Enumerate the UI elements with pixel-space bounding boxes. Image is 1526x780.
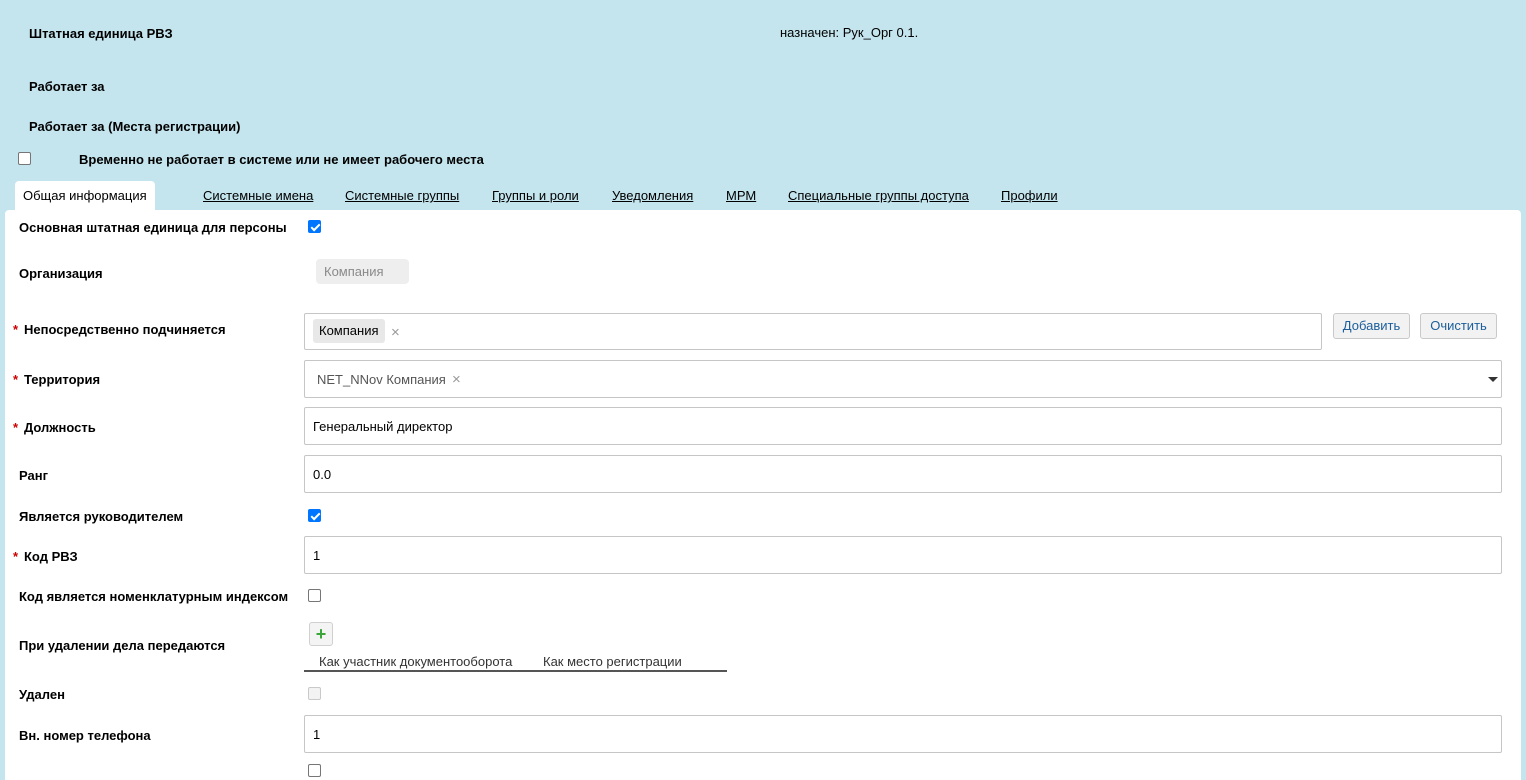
- territory-label: Территория: [24, 372, 101, 387]
- is-manager-label: Является руководителем: [19, 509, 184, 524]
- subtab-underline: [304, 670, 727, 672]
- general-info-panel: [5, 210, 1521, 780]
- code-input[interactable]: 1: [304, 536, 1502, 574]
- temp-not-working-checkbox[interactable]: [18, 152, 31, 165]
- code-index-checkbox[interactable]: [308, 589, 321, 602]
- code-label: Код РВЗ: [24, 549, 78, 564]
- add-plus-icon[interactable]: +: [309, 622, 333, 646]
- territory-tag: NET_NNov Компания: [317, 372, 446, 387]
- tab-notifications[interactable]: Уведомления: [612, 188, 693, 203]
- position-label: Должность: [24, 420, 96, 435]
- staff-unit-label: Штатная единица РВЗ: [29, 26, 173, 41]
- deleted-checkbox: [308, 687, 321, 700]
- rank-label: Ранг: [19, 468, 48, 483]
- reports-to-tag: Компания: [313, 319, 385, 343]
- phone-label: Вн. номер телефона: [19, 728, 151, 743]
- phone-input[interactable]: 1: [304, 715, 1502, 753]
- reports-to-label: Непосредственно подчиняется: [24, 322, 226, 337]
- tab-system-names[interactable]: Системные имена: [203, 188, 313, 203]
- assigned-text: назначен: Рук_Орг 0.1.: [780, 25, 919, 40]
- tab-mrm[interactable]: МРМ: [726, 188, 756, 203]
- main-unit-checkbox[interactable]: [308, 220, 321, 233]
- remove-territory-icon[interactable]: ×: [452, 372, 461, 387]
- tab-special-access-groups[interactable]: Специальные группы доступа: [788, 188, 969, 203]
- required-mark: *: [13, 322, 19, 337]
- tab-system-groups[interactable]: Системные группы: [345, 188, 459, 203]
- tab-groups-roles[interactable]: Группы и роли: [492, 188, 579, 203]
- subtab-registration[interactable]: Как место регистрации: [543, 654, 682, 669]
- required-mark: *: [13, 420, 19, 435]
- tab-general-info[interactable]: Общая информация: [15, 181, 155, 210]
- works-for-registration-label: Работает за (Места регистрации): [29, 119, 241, 134]
- tab-bar: Общая информация Системные имена Системн…: [0, 178, 1526, 210]
- territory-select[interactable]: [304, 360, 1502, 398]
- clear-button[interactable]: Очистить: [1420, 313, 1497, 339]
- is-manager-checkbox[interactable]: [308, 509, 321, 522]
- organization-label: Организация: [19, 266, 103, 281]
- deleted-label: Удален: [19, 687, 65, 702]
- chevron-down-icon[interactable]: [1488, 377, 1498, 382]
- add-button[interactable]: Добавить: [1333, 313, 1410, 339]
- remove-tag-icon[interactable]: ×: [391, 325, 400, 340]
- next-row-checkbox[interactable]: [308, 764, 321, 777]
- temp-not-working-label: Временно не работает в системе или не им…: [79, 152, 484, 167]
- organization-field: Компания: [316, 259, 409, 284]
- required-mark: *: [13, 549, 19, 564]
- on-delete-label: При удалении дела передаются: [19, 638, 226, 653]
- main-unit-label: Основная штатная единица для персоны: [19, 220, 287, 235]
- rank-input[interactable]: 0.0: [304, 455, 1502, 493]
- required-mark: *: [13, 372, 19, 387]
- position-input[interactable]: Генеральный директор: [304, 407, 1502, 445]
- reports-to-input[interactable]: [304, 313, 1322, 350]
- code-index-label: Код является номенклатурным индексом: [19, 589, 289, 604]
- subtab-participant[interactable]: Как участник документооборота: [319, 654, 512, 669]
- tab-profiles[interactable]: Профили: [1001, 188, 1058, 203]
- works-for-label: Работает за: [29, 79, 105, 94]
